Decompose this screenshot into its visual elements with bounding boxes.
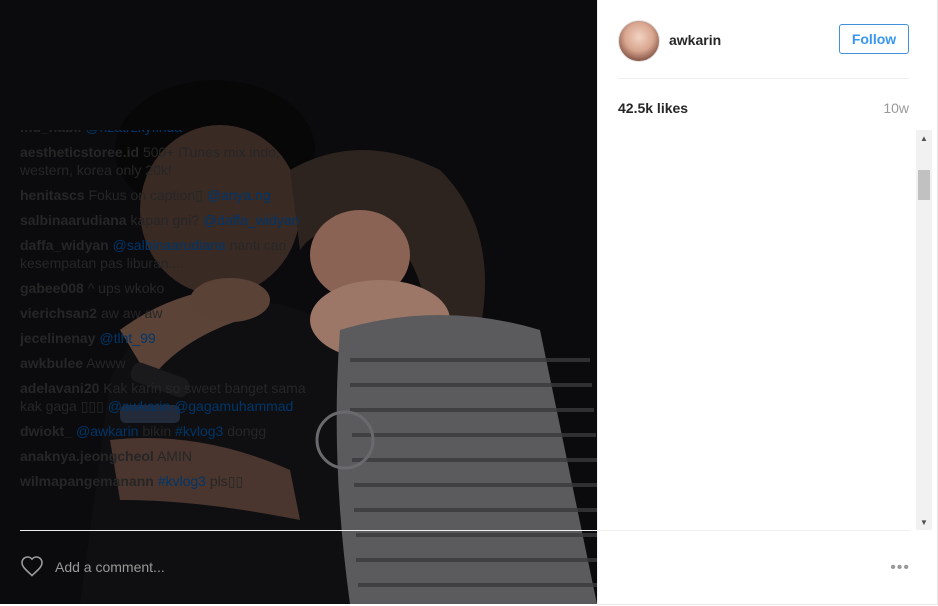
follow-button[interactable]: Follow [839,24,909,54]
comment-username[interactable]: anaknya.jeongcheol [20,448,154,464]
comment-item: daffa_widyan @salbinaarudiana nanti cari… [20,236,312,272]
comment-text: ^ ups wkoko [87,280,165,296]
comment-text: Awww [86,355,126,371]
comment-mention[interactable]: @salbinaarudiana [113,237,226,253]
comment-mention[interactable]: @awkarin [76,423,138,439]
comment-username[interactable]: gabee008 [20,280,84,296]
comment-mention[interactable]: @daffa_widyan [203,212,299,228]
comment-item: jecelinenay @tlht_99 [20,329,312,347]
comment-mention[interactable]: @anya.ng [207,187,271,203]
scroll-thumb[interactable] [918,170,930,200]
comment-text: kapan gni? [130,212,199,228]
comment-mention[interactable]: #kvlog3 [158,473,206,489]
comment-text: dongg [227,423,267,439]
post-username[interactable]: awkarin [669,32,721,48]
comment-mention[interactable]: #kvlog3 [175,423,223,439]
post-sidebar: awkarin Follow 42.5k likes 10w [597,0,938,605]
comment-item: henitascs Fokus on caption▯ @anya.ng [20,186,312,204]
comments-list: mu_nabil @nzatrzkyfinda aestheticstoree.… [20,130,312,528]
scroll-up-icon[interactable]: ▲ [916,130,932,146]
post-footer: ••• [20,530,910,601]
comment-username[interactable]: salbinaarudiana [20,212,127,228]
comment-username[interactable]: vierichsan2 [20,305,97,321]
comment-item: dwiokt_ @awkarin bikin #kvlog3 dongg [20,422,312,440]
avatar[interactable] [618,20,660,62]
comment-username[interactable]: aestheticstoree.id [20,144,139,160]
comment-text: Fokus on caption▯ [88,187,203,203]
comment-text: pls▯▯ [209,473,244,489]
heart-icon[interactable] [20,555,44,577]
scroll-down-icon[interactable]: ▼ [916,514,932,530]
comment-username[interactable]: jecelinenay [20,330,96,346]
comment-item: awkbulee Awww [20,354,312,372]
post-header: awkarin Follow [618,20,909,79]
comment-item: mu_nabil @nzatrzkyfinda [20,130,312,136]
more-options-icon[interactable]: ••• [890,559,910,577]
comment-mention[interactable]: @gagamuhammad [174,398,293,414]
comment-item: salbinaarudiana kapan gni? @daffa_widyan [20,211,312,229]
comment-item: adelavani20 Kak karin so sweet banget sa… [20,379,312,415]
comment-input[interactable] [55,557,255,577]
comments-inner: mu_nabil @nzatrzkyfinda aestheticstoree.… [20,130,312,497]
comment-text: aw aw aw [100,305,163,321]
comment-username[interactable]: daffa_widyan [20,237,109,253]
likes-count[interactable]: 42.5k likes [618,100,688,116]
comment-item: vierichsan2 aw aw aw [20,304,312,322]
comment-username[interactable]: dwiokt_ [20,423,72,439]
comment-item: aestheticstoree.id 500+ iTunes mix indo,… [20,143,312,179]
comment-item: anaknya.jeongcheol AMIN [20,447,312,465]
comment-item: gabee008 ^ ups wkoko [20,279,312,297]
comment-item: wilmapangemanann #kvlog3 pls▯▯ [20,472,312,490]
comment-username[interactable]: wilmapangemanann [20,473,154,489]
comments-scrollbar[interactable]: ▲ ▼ [916,130,932,530]
post-time[interactable]: 10w [883,100,909,116]
comment-username[interactable]: mu_nabil [20,130,81,135]
comment-text: AMIN [156,448,192,464]
comment-username[interactable]: awkbulee [20,355,83,371]
comment-mention[interactable]: @awkarin [108,398,170,414]
likes-row: 42.5k likes 10w [618,100,909,118]
comment-username[interactable]: henitascs [20,187,85,203]
comment-mention[interactable]: @tlht_99 [99,330,155,346]
comment-mention[interactable]: @nzatrzkyfinda [85,130,182,135]
comment-username[interactable]: adelavani20 [20,380,99,396]
instagram-post: awkarin Follow 42.5k likes 10w mu_nabil … [0,0,938,606]
comment-text: bikin [142,423,172,439]
